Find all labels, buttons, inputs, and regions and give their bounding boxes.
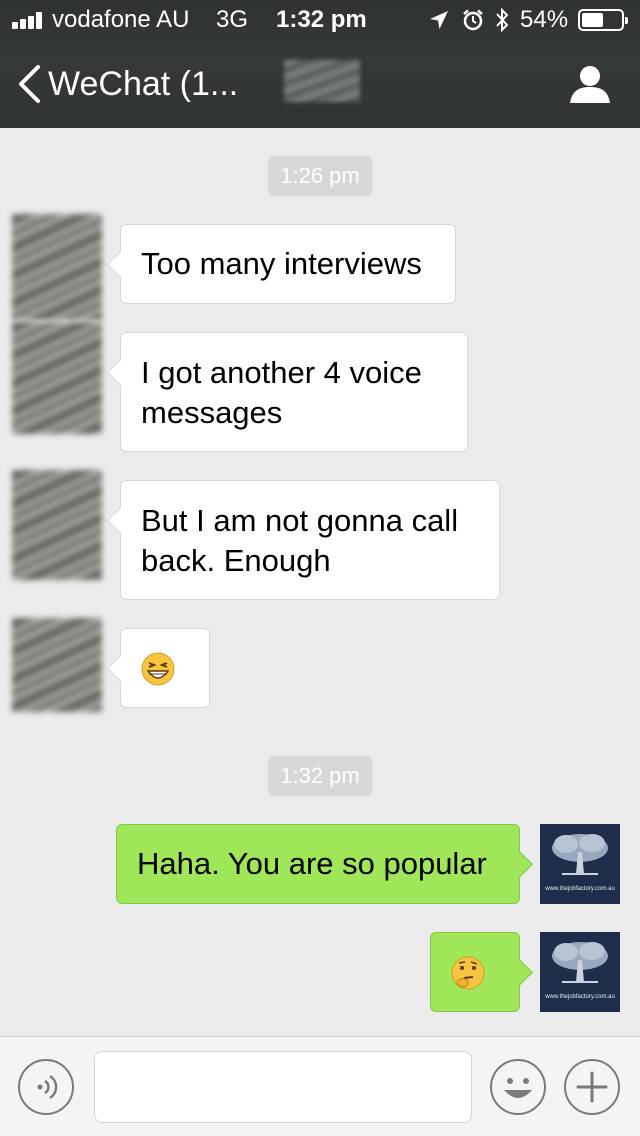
avatar-watermark: www.thejobfactory.com.au [545, 994, 615, 1000]
incoming-message[interactable]: Too many interviews [120, 224, 456, 304]
contact-avatar[interactable] [12, 214, 102, 320]
status-bar: vodafone AU 3G 1:32 pm 54% [0, 0, 640, 40]
chat-area[interactable]: 1:26 pm Too many interviews I got anothe… [0, 128, 640, 1036]
location-arrow-icon [430, 11, 448, 29]
network-type: 3G [216, 6, 249, 33]
avatar-watermark: www.thejobfactory.com.au [545, 886, 615, 892]
tree-logo-icon [552, 942, 608, 983]
incoming-message[interactable]: I got another 4 voice messages [120, 332, 468, 452]
contact-avatar[interactable] [12, 470, 102, 580]
add-more-button[interactable] [564, 1059, 620, 1115]
message-input[interactable] [94, 1051, 472, 1123]
back-label: WeChat (1... [48, 64, 239, 103]
carrier-name: vodafone AU [52, 6, 190, 33]
message-text: I got another 4 voice messages [141, 355, 422, 430]
voice-input-button[interactable] [18, 1059, 74, 1115]
tree-logo-icon [552, 834, 608, 875]
message-text: Haha. You are so popular [137, 846, 487, 881]
incoming-message[interactable]: But I am not gonna call back. Enough [120, 480, 500, 600]
signal-bars-icon [12, 11, 48, 29]
back-button[interactable]: WeChat (1... [16, 62, 238, 106]
status-time: 1:32 pm [276, 6, 367, 33]
add-more-icon [576, 1071, 608, 1103]
emoji-picker-button[interactable] [490, 1059, 546, 1115]
voice-input-icon [37, 1074, 58, 1100]
profile-icon[interactable] [568, 64, 612, 104]
contact-avatar[interactable] [12, 618, 102, 712]
my-avatar[interactable]: www.thejobfactory.com.au [540, 824, 620, 904]
alarm-clock-icon [463, 9, 483, 31]
thinking-emoji-icon [451, 956, 485, 990]
input-bar [0, 1036, 640, 1136]
bluetooth-icon [496, 8, 509, 32]
timestamp-badge: 1:26 pm [268, 156, 372, 196]
outgoing-message[interactable] [430, 932, 520, 1012]
emoji-picker-icon [504, 1078, 532, 1098]
message-text: But I am not gonna call back. Enough [141, 503, 459, 578]
timestamp-badge: 1:32 pm [268, 756, 372, 796]
incoming-message[interactable] [120, 628, 210, 708]
battery-percent: 54% [520, 6, 569, 33]
nav-bar: WeChat (1... [0, 40, 640, 128]
top-bar: vodafone AU 3G 1:32 pm 54% WeChat (1... [0, 0, 640, 128]
redacted-contact-name [284, 60, 360, 102]
back-chevron-icon [19, 65, 40, 103]
battery-icon [578, 9, 628, 31]
contact-avatar[interactable] [12, 322, 102, 434]
my-avatar[interactable]: www.thejobfactory.com.au [540, 932, 620, 1012]
grinning-squint-emoji-icon [141, 652, 175, 686]
outgoing-message[interactable]: Haha. You are so popular [116, 824, 520, 904]
message-text: Too many interviews [141, 246, 422, 281]
